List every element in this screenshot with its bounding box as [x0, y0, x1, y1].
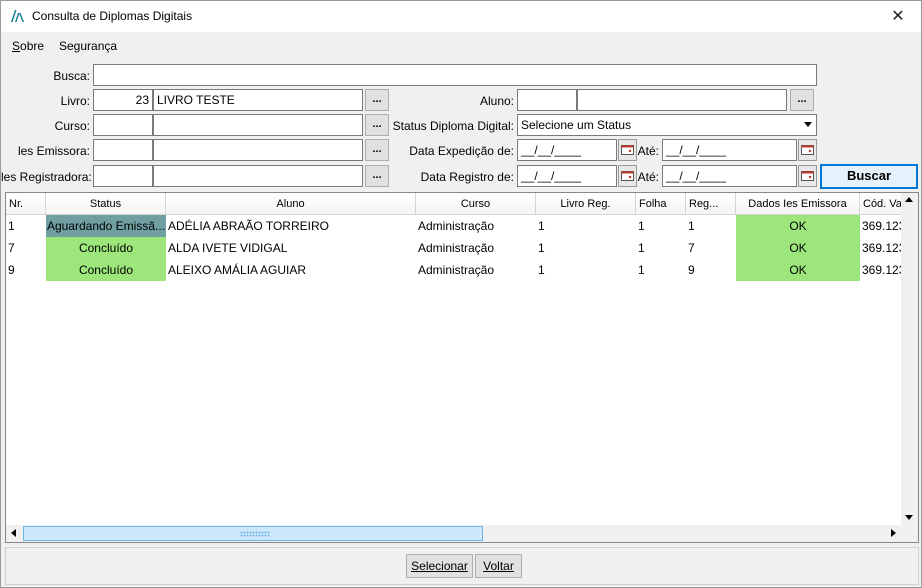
aluno-label: Aluno:: [479, 94, 514, 108]
col-nr[interactable]: Nr.: [6, 193, 46, 215]
calendar-icon[interactable]: [798, 139, 817, 161]
title-bar: Consulta de Diplomas Digitais ✕: [1, 1, 921, 32]
curso-lookup-button[interactable]: ...: [365, 114, 389, 136]
cell-reg: 7: [688, 241, 695, 255]
vertical-scrollbar[interactable]: [901, 193, 918, 526]
aluno-lookup-button[interactable]: ...: [790, 89, 814, 111]
status-select[interactable]: Selecione um Status: [517, 114, 817, 136]
busca-input[interactable]: [93, 64, 817, 86]
aluno-code-field[interactable]: [517, 89, 577, 111]
cell-aluno: ADÉLIA ABRAÃO TORREIRO: [168, 219, 329, 233]
cell-dados-ies-emissora: OK: [736, 237, 860, 259]
table-row[interactable]: 1 Aguardando Emissã... ADÉLIA ABRAÃO TOR…: [6, 215, 918, 237]
window-title: Consulta de Diplomas Digitais: [32, 9, 193, 23]
status-diploma-label: Status Diploma Digital:: [392, 119, 514, 133]
data-expedicao-ate-field[interactable]: __/__/____: [662, 139, 797, 161]
chevron-down-icon: [804, 122, 812, 127]
scroll-corner: [901, 525, 918, 542]
cell-reg: 1: [688, 219, 695, 233]
cell-folha: 1: [638, 219, 645, 233]
status-badge: Concluído: [46, 259, 166, 281]
footer-panel: Selecionar Voltar: [5, 547, 919, 585]
ies-registradora-name-field[interactable]: [153, 165, 363, 187]
ies-registradora-lookup-button[interactable]: ...: [365, 165, 389, 187]
data-expedicao-de-field[interactable]: __/__/____: [517, 139, 617, 161]
data-registro-label: Data Registro de:: [420, 170, 514, 184]
scroll-left-icon[interactable]: [11, 529, 16, 537]
col-status[interactable]: Status: [46, 193, 166, 215]
selecionar-label: Selecionar: [411, 559, 468, 573]
cell-livro-reg: 1: [538, 219, 545, 233]
results-grid[interactable]: Nr. Status Aluno Curso Livro Reg. Folha …: [5, 192, 919, 543]
data-expedicao-label: Data Expedição de:: [409, 144, 514, 158]
menu-bar: Sobre Segurança: [1, 32, 921, 60]
livro-name-field[interactable]: LIVRO TESTE: [153, 89, 363, 111]
status-select-value: Selecione um Status: [521, 118, 632, 132]
horizontal-scrollbar[interactable]: [6, 525, 918, 542]
selecionar-button[interactable]: Selecionar: [406, 554, 473, 578]
col-aluno[interactable]: Aluno: [166, 193, 416, 215]
menu-sobre-mnemonic: S: [12, 39, 21, 53]
grid-header: Nr. Status Aluno Curso Livro Reg. Folha …: [6, 193, 918, 215]
col-folha[interactable]: Folha: [636, 193, 686, 215]
scroll-down-icon[interactable]: [905, 515, 913, 520]
data-expedicao-ate-label: Até:: [637, 144, 659, 158]
cell-reg: 9: [688, 263, 695, 277]
buscar-button[interactable]: Buscar: [820, 164, 918, 189]
data-registro-de-field[interactable]: __/__/____: [517, 165, 617, 187]
col-dados-ies-emissora[interactable]: Dados Ies Emissora: [736, 193, 860, 215]
curso-name-field[interactable]: [153, 114, 363, 136]
status-badge: Aguardando Emissã...: [46, 215, 166, 237]
ies-emissora-name-field[interactable]: [153, 139, 363, 161]
menu-seguranca[interactable]: Segurança: [59, 39, 117, 53]
cell-aluno: ALEIXO AMÁLIA AGUIAR: [168, 263, 307, 277]
livro-label: Livro:: [60, 94, 90, 108]
col-curso[interactable]: Curso: [416, 193, 536, 215]
livro-lookup-button[interactable]: ...: [365, 89, 389, 111]
cell-curso: Administração: [418, 263, 495, 277]
ies-registradora-label: les Registradora:: [1, 170, 92, 184]
scroll-up-icon[interactable]: [905, 197, 913, 202]
col-livro-reg[interactable]: Livro Reg.: [536, 193, 636, 215]
cell-nr: 9: [8, 263, 15, 277]
livro-code-field[interactable]: 23: [93, 89, 153, 111]
data-registro-ate-label: Até:: [637, 170, 659, 184]
cell-livro-reg: 1: [538, 263, 545, 277]
cell-curso: Administração: [418, 219, 495, 233]
scrollbar-thumb[interactable]: [23, 526, 483, 541]
app-logo-icon: [10, 9, 26, 23]
aluno-name-field[interactable]: [577, 89, 787, 111]
curso-label: Curso:: [54, 119, 90, 133]
cell-aluno: ALDA IVETE VIDIGAL: [168, 241, 288, 255]
main-window: Consulta de Diplomas Digitais ✕ Sobre Se…: [0, 0, 922, 588]
cell-dados-ies-emissora: OK: [736, 215, 860, 237]
table-row[interactable]: 9 Concluído ALEIXO AMÁLIA AGUIAR Adminis…: [6, 259, 918, 281]
close-icon[interactable]: ✕: [875, 1, 921, 32]
ies-emissora-code-field[interactable]: [93, 139, 153, 161]
data-registro-ate-field[interactable]: __/__/____: [662, 165, 797, 187]
cell-folha: 1: [638, 241, 645, 255]
curso-code-field[interactable]: [93, 114, 153, 136]
scroll-right-icon[interactable]: [891, 529, 896, 537]
cell-folha: 1: [638, 263, 645, 277]
cell-livro-reg: 1: [538, 241, 545, 255]
cell-nr: 7: [8, 241, 15, 255]
busca-label: Busca:: [53, 69, 90, 83]
menu-sobre[interactable]: Sobre: [12, 39, 44, 53]
voltar-label: Voltar: [483, 559, 514, 573]
voltar-button[interactable]: Voltar: [475, 554, 522, 578]
calendar-icon[interactable]: [798, 165, 817, 187]
ies-registradora-code-field[interactable]: [93, 165, 153, 187]
cell-nr: 1: [8, 219, 15, 233]
col-reg[interactable]: Reg...: [686, 193, 736, 215]
table-row[interactable]: 7 Concluído ALDA IVETE VIDIGAL Administr…: [6, 237, 918, 259]
menu-sobre-label: obre: [20, 39, 45, 53]
status-badge: Concluído: [46, 237, 166, 259]
cell-curso: Administração: [418, 241, 495, 255]
grip-icon: [240, 531, 270, 537]
cell-dados-ies-emissora: OK: [736, 259, 860, 281]
ies-emissora-lookup-button[interactable]: ...: [365, 139, 389, 161]
ies-emissora-label: les Emissora:: [17, 144, 90, 158]
